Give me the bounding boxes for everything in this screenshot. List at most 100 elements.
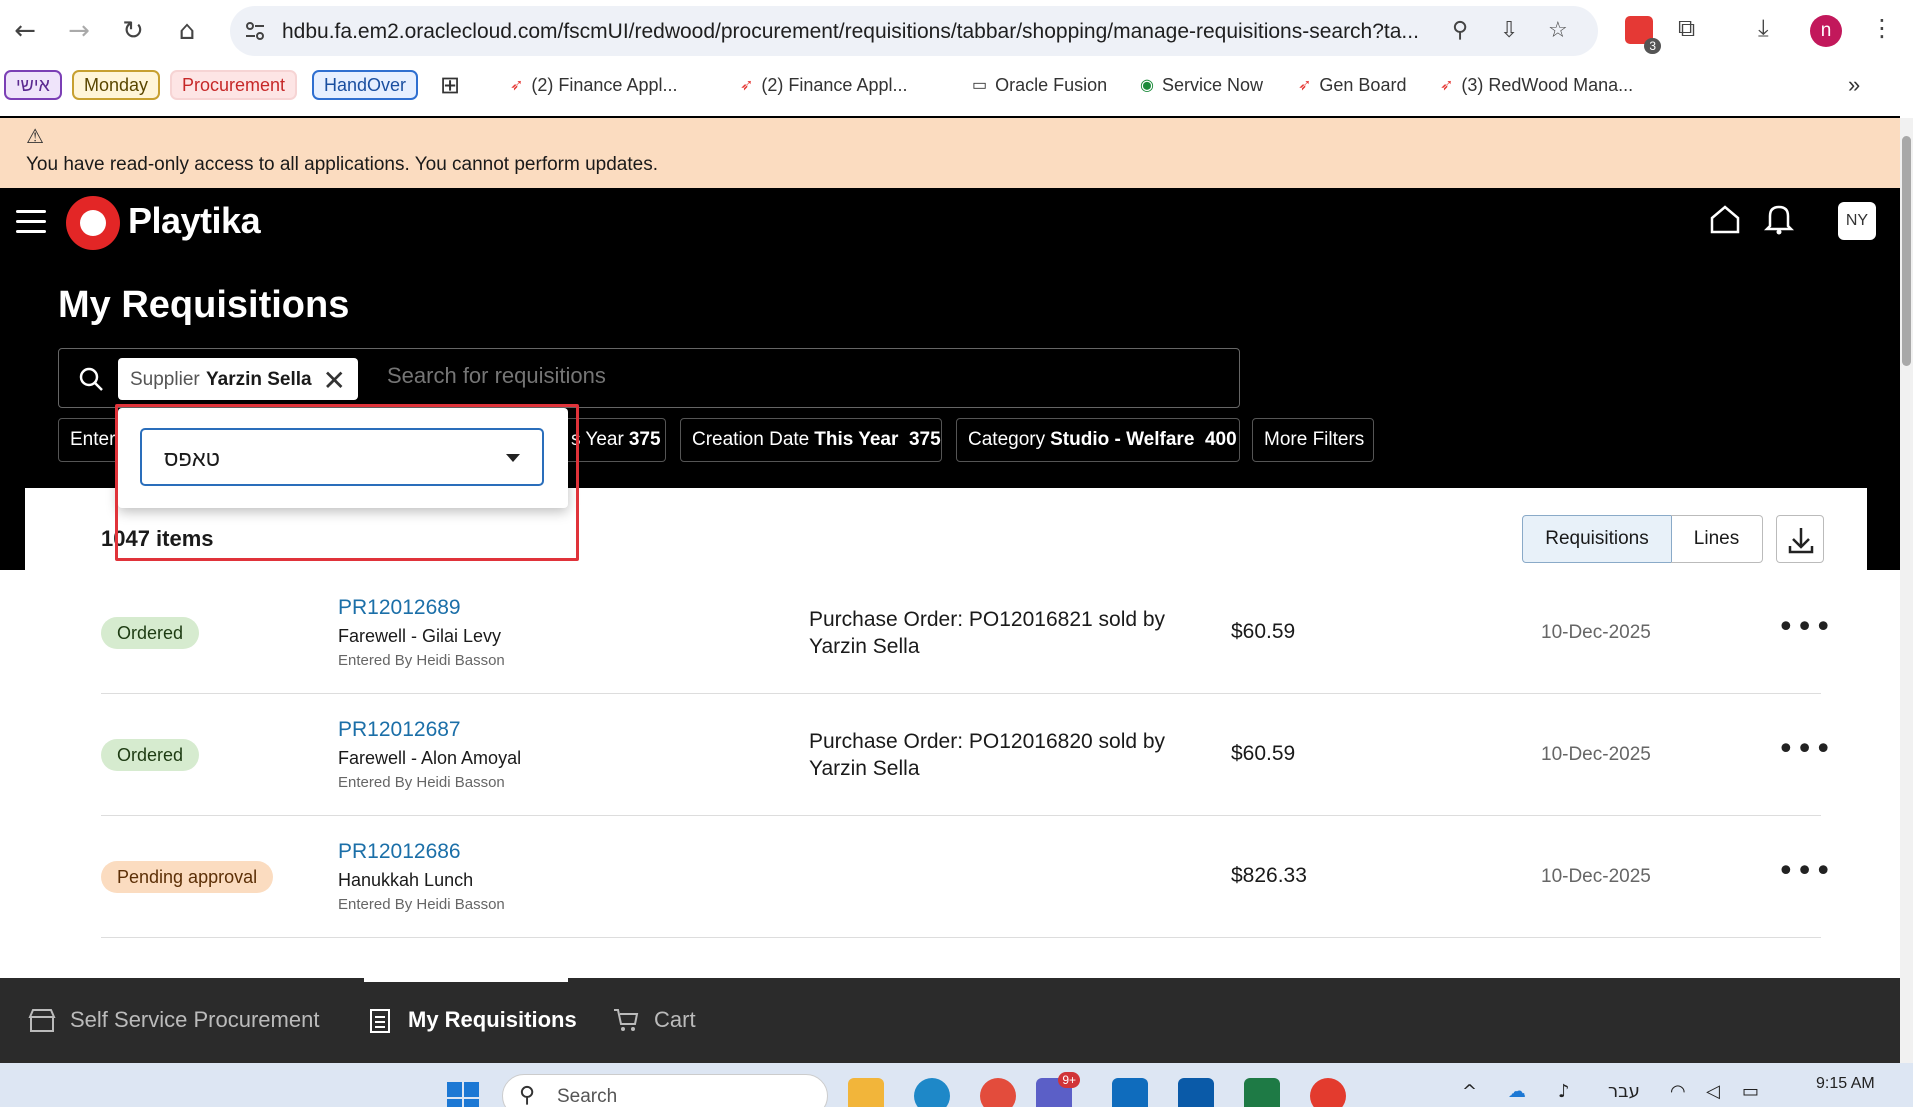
file-explorer-icon[interactable]	[848, 1078, 884, 1107]
bookmark-tag-personal[interactable]: אישי	[4, 70, 62, 100]
bookmark-link[interactable]: ➶ (2) Finance Appl...	[740, 70, 907, 100]
requisition-row[interactable]: Ordered PR12012689 Farewell - Gilai Levy…	[101, 572, 1832, 694]
bookmark-link[interactable]: ➶ (3) RedWood Mana...	[1440, 70, 1633, 100]
reload-icon[interactable]: ↻	[116, 14, 150, 48]
tab-label: Cart	[654, 1007, 696, 1032]
page-scrollbar[interactable]	[1900, 118, 1913, 1063]
status-badge: Pending approval	[101, 861, 274, 893]
address-bar[interactable]: hdbu.fa.em2.oraclecloud.com/fscmUI/redwo…	[230, 6, 1598, 56]
bookmark-link[interactable]: ➶ (2) Finance Appl...	[510, 70, 677, 100]
search-bar[interactable]: Supplier Yarzin Sella ✕	[58, 348, 1240, 408]
bookmark-tag-monday[interactable]: Monday	[72, 70, 161, 100]
home-icon[interactable]	[1708, 202, 1742, 236]
playtika-logo-icon	[66, 196, 120, 250]
download-button[interactable]	[1776, 515, 1824, 563]
filter-label: Enter	[70, 429, 116, 450]
cart-icon	[614, 1009, 639, 1031]
requisition-row[interactable]: Pending approval PR12012686 Hanukkah Lun…	[101, 816, 1832, 938]
outlook-new-icon[interactable]	[1112, 1078, 1148, 1107]
bookmark-tag-procurement[interactable]: Procurement	[170, 70, 298, 100]
active-tab-indicator	[364, 978, 568, 982]
results-panel: 1047 items Requisitions Lines Ordered PR…	[25, 488, 1867, 978]
status-badge: Ordered	[101, 617, 200, 649]
site-settings-icon[interactable]	[242, 18, 268, 44]
brand-name: Playtika	[128, 200, 261, 241]
url-text[interactable]: hdbu.fa.em2.oraclecloud.com/fscmUI/redwo…	[282, 20, 1442, 44]
requisition-row[interactable]: Ordered PR12012687 Farewell - Alon Amoya…	[101, 694, 1832, 816]
scrollbar-thumb[interactable]	[1902, 136, 1911, 366]
extensions-puzzle-icon[interactable]: ⧉	[1678, 14, 1695, 42]
edge-icon[interactable]	[914, 1078, 950, 1107]
tab-my-requisitions[interactable]: My Requisitions	[366, 1006, 577, 1034]
bookmark-star-icon[interactable]: ☆	[1548, 18, 1568, 43]
onedrive-icon[interactable]: ☁	[1508, 1081, 1526, 1102]
filter-value: This Year 375	[814, 429, 941, 450]
battery-icon[interactable]: ▭	[1742, 1081, 1759, 1102]
search-input[interactable]	[387, 363, 1187, 389]
bookmark-link[interactable]: ➶ Gen Board	[1298, 70, 1406, 100]
filter-category[interactable]: Category Studio - Welfare 400	[956, 418, 1240, 462]
clock-time[interactable]: 9:15 AM	[1816, 1075, 1875, 1093]
volume-icon[interactable]: ◁	[1706, 1081, 1720, 1102]
filter-entered-by[interactable]: Enter	[58, 418, 120, 462]
tab-cart[interactable]: Cart	[612, 1006, 696, 1034]
bookmark-link[interactable]: ◉ Service Now	[1140, 70, 1263, 100]
teams-badge: 9+	[1058, 1072, 1080, 1088]
bottom-tab-bar: Self Service Procurement My Requisitions…	[0, 978, 1900, 1063]
language-indicator[interactable]: עבר	[1608, 1081, 1640, 1102]
bookmark-folder[interactable]: ▭ Oracle Fusion	[972, 70, 1107, 100]
forward-arrow-icon[interactable]: →	[62, 14, 96, 48]
bookmark-tag-handover[interactable]: HandOver	[312, 70, 419, 100]
filter-label: More Filters	[1264, 429, 1365, 450]
back-arrow-icon[interactable]: ←	[8, 14, 42, 48]
bookmark-label: Oracle Fusion	[995, 74, 1108, 95]
remove-chip-close-icon[interactable]: ✕	[323, 364, 346, 397]
monday-icon: ➶	[1440, 77, 1454, 94]
browser-menu-icon[interactable]: ⋮	[1870, 14, 1894, 42]
profile-avatar[interactable]: n	[1810, 15, 1842, 47]
purchase-order-info: Purchase Order: PO12016820 sold by Yarzi…	[809, 730, 1166, 780]
tab-self-service-procurement[interactable]: Self Service Procurement	[28, 1006, 319, 1034]
more-actions-icon[interactable]: •••	[1777, 610, 1833, 645]
microphone-icon[interactable]: ♪	[1558, 1081, 1570, 1102]
install-app-icon[interactable]: ⇩	[1500, 18, 1518, 43]
teams-icon[interactable]: 9+	[1036, 1072, 1080, 1107]
more-actions-icon[interactable]: •••	[1777, 854, 1833, 889]
requisition-number-link[interactable]: PR12012689	[338, 596, 461, 620]
tab-label: Self Service Procurement	[70, 1007, 320, 1032]
chrome-icon[interactable]	[1310, 1078, 1346, 1107]
monday-icon: ➶	[740, 77, 754, 94]
requisition-number-link[interactable]: PR12012687	[338, 718, 461, 742]
lines-view-toggle[interactable]: Lines	[1671, 515, 1763, 563]
hamburger-menu-icon[interactable]	[16, 210, 46, 234]
requisition-number-link[interactable]: PR12012686	[338, 840, 461, 864]
notifications-bell-icon[interactable]	[1764, 202, 1794, 236]
home-browser-icon[interactable]: ⌂	[170, 14, 204, 48]
user-avatar[interactable]: NY	[1838, 202, 1876, 240]
requisition-description: Farewell - Alon Amoyal	[338, 748, 522, 768]
tray-overflow-icon[interactable]: ^	[1462, 1081, 1477, 1102]
excel-icon[interactable]	[1244, 1078, 1280, 1107]
taskbar-search[interactable]: ⚲ Search	[502, 1074, 828, 1107]
wifi-icon[interactable]: ◠	[1670, 1081, 1686, 1102]
more-actions-icon[interactable]: •••	[1777, 732, 1833, 767]
read-only-banner: ⚠ You have read-only access to all appli…	[0, 118, 1900, 188]
filter-creation-date[interactable]: Creation Date This Year 375	[680, 418, 942, 462]
copilot-icon[interactable]	[980, 1078, 1016, 1107]
chip-value: Yarzin Sella	[206, 369, 312, 390]
date: 10-Dec-2025	[1541, 622, 1651, 643]
bookmarks-overflow-icon[interactable]: »	[1848, 70, 1860, 100]
tab-label: My Requisitions	[408, 1007, 577, 1032]
extension-icon[interactable]: 3	[1625, 16, 1661, 54]
search-icon: ⚲	[519, 1083, 536, 1107]
supplier-filter-chip[interactable]: Supplier Yarzin Sella ✕	[118, 358, 358, 400]
downloads-icon[interactable]: ⤓	[1758, 14, 1769, 42]
search-icon[interactable]	[77, 365, 105, 393]
apps-grid-icon[interactable]: ⊞	[440, 70, 460, 100]
requisitions-view-toggle[interactable]: Requisitions	[1522, 515, 1672, 563]
highlight-box	[115, 404, 579, 561]
more-filters-button[interactable]: More Filters	[1252, 418, 1374, 462]
windows-start-icon[interactable]	[446, 1081, 480, 1107]
zoom-icon[interactable]: ⚲	[1452, 18, 1468, 43]
outlook-icon[interactable]	[1178, 1078, 1214, 1107]
